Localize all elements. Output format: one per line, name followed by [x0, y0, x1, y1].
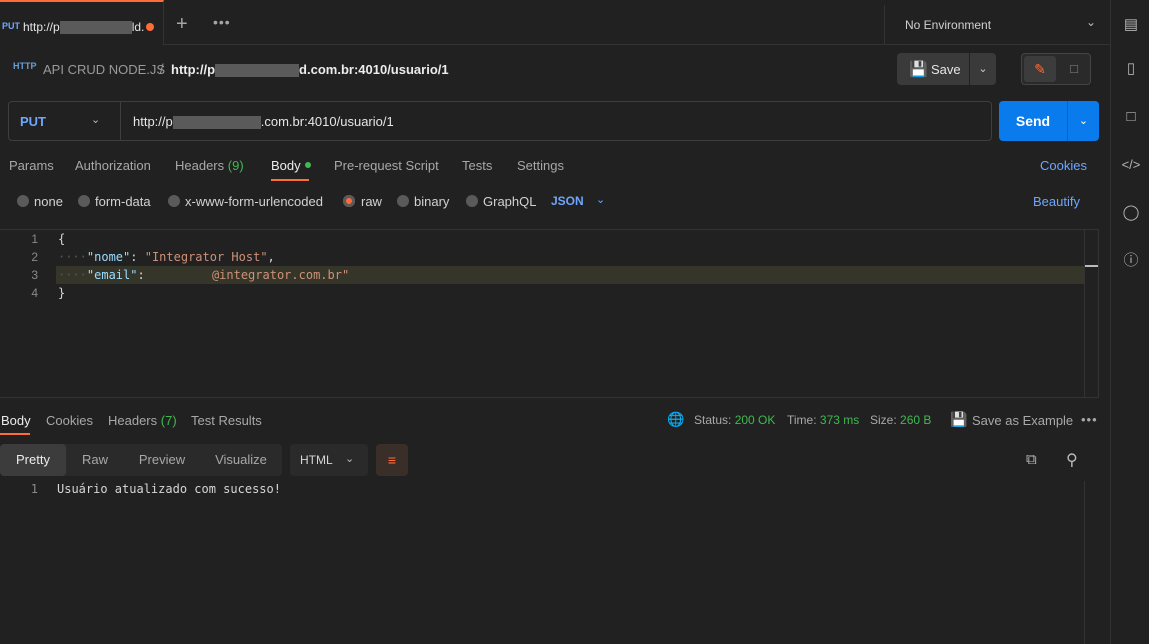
tab-body[interactable]: Body — [271, 158, 301, 173]
method-label: PUT — [20, 114, 46, 129]
radio-binary-label[interactable]: binary — [414, 194, 449, 209]
radio-raw[interactable] — [343, 195, 355, 207]
send-button[interactable]: Send — [999, 101, 1067, 141]
lightbulb-icon[interactable]: ◯ — [1121, 203, 1141, 223]
body-modified-dot — [305, 162, 311, 168]
tab-settings[interactable]: Settings — [517, 158, 564, 173]
tab-headers[interactable]: Headers (9) — [175, 158, 244, 173]
pencil-icon[interactable]: ✎ — [1024, 56, 1056, 82]
time-meta[interactable]: Time: 373 ms — [787, 413, 859, 427]
environment-selector[interactable]: No Environment ⌄ — [884, 5, 1110, 45]
breadcrumb-separator: / — [160, 61, 164, 76]
response-tab-test-results[interactable]: Test Results — [191, 413, 262, 428]
response-view-tabs: Pretty Raw Preview Visualize — [0, 444, 282, 476]
comment-icon[interactable]: □ — [1058, 56, 1090, 82]
new-tab-button[interactable]: + — [176, 13, 188, 36]
globe-icon[interactable]: 🌐 — [667, 411, 684, 428]
radio-none-label[interactable]: none — [34, 194, 63, 209]
line-number: 3 — [31, 268, 38, 282]
code-line-1: { — [58, 232, 66, 246]
radio-form-data[interactable] — [78, 195, 90, 207]
save-button[interactable]: 💾 Save — [897, 53, 969, 85]
tab-authorization[interactable]: Authorization — [75, 158, 151, 173]
response-language-selector[interactable]: HTML ⌄ — [290, 444, 368, 476]
send-dropdown-button[interactable]: ⌄ — [1067, 101, 1099, 141]
line-number: 2 — [31, 250, 38, 264]
line-number: 1 — [31, 232, 38, 246]
radio-form-data-label[interactable]: form-data — [95, 194, 151, 209]
environment-quick-look-icon[interactable]: ▤ — [1121, 15, 1141, 35]
more-tabs-button[interactable]: ••• — [213, 14, 231, 30]
view-raw[interactable]: Raw — [66, 444, 124, 476]
status-meta[interactable]: Status: 200 OK — [694, 413, 775, 427]
breadcrumb-request-name[interactable]: http://p d.com.br:4010/usuario/1 — [171, 62, 449, 78]
scrollbar-marker — [1085, 265, 1098, 267]
view-pretty[interactable]: Pretty — [0, 444, 66, 476]
comments-icon[interactable]: □ — [1121, 107, 1141, 127]
response-tab-body[interactable]: Body — [1, 413, 31, 428]
chevron-down-icon: ⌄ — [345, 453, 355, 465]
chevron-down-icon: ⌄ — [91, 114, 101, 126]
radio-graphql[interactable] — [466, 195, 478, 207]
radio-raw-label[interactable]: raw — [361, 194, 382, 209]
size-meta[interactable]: Size: 260 B — [870, 413, 931, 427]
response-language-label: HTML — [300, 453, 333, 467]
response-body-text: Usuário atualizado com sucesso! — [57, 482, 281, 496]
active-tab-underline — [271, 179, 309, 181]
code-line-2: ····"nome": "Integrator Host", — [58, 250, 275, 264]
response-tab-cookies[interactable]: Cookies — [46, 413, 93, 428]
line-number: 1 — [30, 482, 38, 496]
body-format-selector[interactable]: JSON — [551, 194, 584, 208]
cookies-link[interactable]: Cookies — [1040, 158, 1087, 173]
view-preview[interactable]: Preview — [124, 444, 200, 476]
radio-binary[interactable] — [397, 195, 409, 207]
save-as-example-button[interactable]: Save as Example — [972, 413, 1073, 428]
wrap-lines-icon[interactable]: ≡ — [376, 444, 408, 476]
copy-icon[interactable]: ⧉ — [1026, 451, 1037, 468]
response-scrollbar[interactable] — [1084, 481, 1085, 644]
save-icon: 💾 — [950, 411, 968, 427]
right-sidebar: ▤ ▯ □ </> ◯ ⓘ — [1110, 0, 1149, 644]
environment-label: No Environment — [905, 18, 992, 32]
code-icon[interactable]: </> — [1121, 155, 1141, 175]
active-tab-underline — [0, 433, 30, 435]
method-selector[interactable]: PUT ⌄ — [9, 102, 121, 140]
chevron-down-icon: ⌄ — [1085, 15, 1096, 29]
url-input[interactable]: http://p .com.br:4010/usuario/1 — [133, 114, 394, 130]
chevron-down-icon[interactable]: ⌄ — [596, 193, 605, 206]
radio-graphql-label[interactable]: GraphQL — [483, 194, 536, 209]
tab-tests[interactable]: Tests — [462, 158, 492, 173]
editor-scrollbar[interactable] — [1084, 230, 1085, 397]
url-bar: PUT ⌄ http://p .com.br:4010/usuario/1 — [8, 101, 992, 141]
code-line-4: } — [58, 286, 66, 300]
tab-params[interactable]: Params — [9, 158, 54, 173]
unsaved-dot — [146, 23, 154, 31]
save-dropdown-button[interactable]: ⌄ — [970, 53, 996, 85]
save-label: Save — [931, 62, 961, 77]
mode-toggle: ✎ □ — [1021, 53, 1091, 85]
breadcrumb-collection[interactable]: API CRUD NODE.JS — [43, 62, 165, 77]
http-request-icon: HTTP — [13, 61, 37, 71]
radio-urlencoded[interactable] — [168, 195, 180, 207]
code-line-3: ····"email": @integrator.com.br" — [58, 268, 350, 282]
radio-none[interactable] — [17, 195, 29, 207]
search-icon[interactable]: ⚲ — [1066, 450, 1078, 470]
more-options-icon[interactable]: ••• — [1081, 412, 1098, 427]
tab-pre-request-script[interactable]: Pre-request Script — [334, 158, 439, 173]
request-tab-active[interactable]: PUT http://p ld. — [0, 0, 164, 45]
documentation-icon[interactable]: ▯ — [1121, 59, 1141, 79]
tab-url: http://p ld. — [23, 20, 145, 35]
line-number: 4 — [31, 286, 38, 300]
view-visualize[interactable]: Visualize — [200, 444, 282, 476]
beautify-link[interactable]: Beautify — [1033, 194, 1080, 209]
response-tab-headers[interactable]: Headers (7) — [108, 413, 177, 428]
tab-method: PUT — [2, 21, 20, 31]
info-icon[interactable]: ⓘ — [1121, 251, 1141, 271]
radio-urlencoded-label[interactable]: x-www-form-urlencoded — [185, 194, 323, 209]
save-icon: 💾 — [909, 61, 928, 78]
